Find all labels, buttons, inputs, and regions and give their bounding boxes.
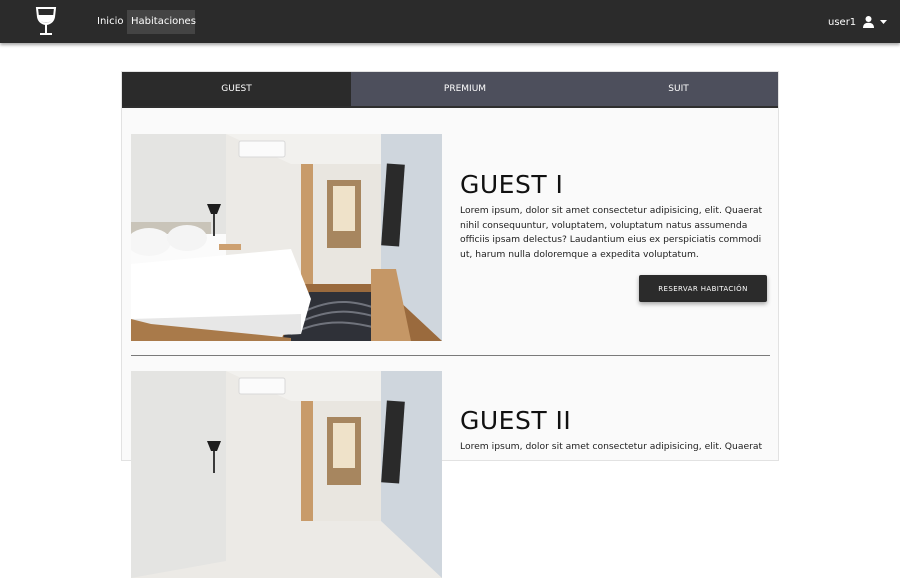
tab-premium[interactable]: PREMIUM	[351, 72, 579, 106]
nav-link-inicio[interactable]: Inicio	[93, 10, 127, 34]
room-title: GUEST II	[460, 406, 572, 435]
tab-guest[interactable]: GUEST	[122, 72, 351, 106]
hotel-room-photo	[131, 371, 442, 578]
nav-link-habitaciones[interactable]: Habitaciones	[127, 10, 196, 34]
user-name: user1	[828, 16, 857, 28]
wine-glass-icon[interactable]	[35, 7, 57, 37]
rooms-panel: GUEST PREMIUM SUIT GUEST I Lorem ipsum, …	[121, 71, 779, 578]
caret-down-icon	[880, 20, 888, 24]
room-description: Lorem ipsum, dolor sit amet consectetur …	[460, 441, 763, 452]
user-menu[interactable]: user1	[828, 10, 888, 34]
navbar: Inicio Habitaciones user1	[0, 0, 900, 43]
reserve-room-button[interactable]: RESERVAR HABITACIÓN	[639, 275, 767, 302]
tab-suit[interactable]: SUIT	[579, 72, 778, 106]
room-image	[131, 371, 442, 578]
user-icon	[863, 16, 875, 28]
room-category-tabs: GUEST PREMIUM SUIT	[122, 72, 778, 108]
room-divider	[131, 355, 770, 356]
room-image	[131, 134, 442, 341]
room-title: GUEST I	[460, 170, 564, 199]
hotel-room-photo	[131, 134, 442, 341]
room-description: Lorem ipsum, dolor sit amet consectetur …	[460, 205, 763, 260]
